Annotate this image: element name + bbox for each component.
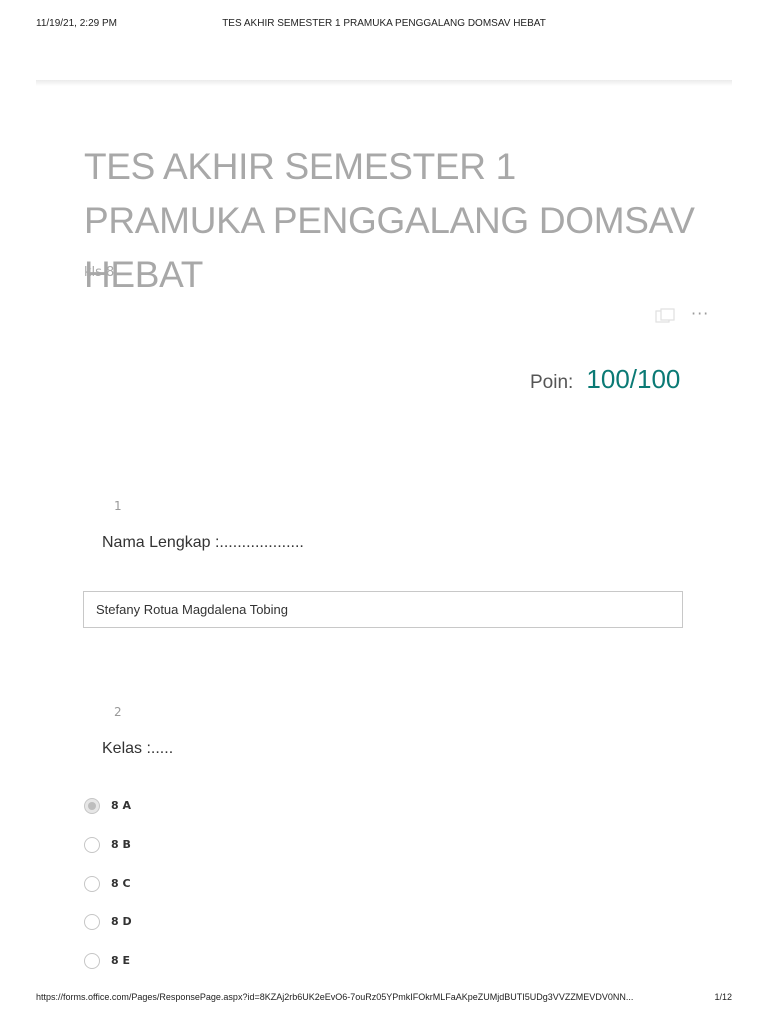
option-label: 8 C: [111, 877, 131, 890]
more-options-icon[interactable]: ···: [691, 304, 709, 323]
radio-button[interactable]: [84, 953, 100, 969]
option-label: 8 A: [111, 799, 131, 812]
page-number: 1/12: [714, 992, 732, 1002]
question-number: 2: [114, 705, 122, 719]
print-header: 11/19/21, 2:29 PM TES AKHIR SEMESTER 1 P…: [36, 18, 732, 32]
score-display: Poin: 100/100: [530, 364, 680, 400]
radio-button[interactable]: [84, 837, 100, 853]
form-subtitle: kls 8: [84, 265, 115, 280]
print-footer: https://forms.office.com/Pages/ResponseP…: [36, 992, 732, 1006]
text-answer-field[interactable]: Stefany Rotua Magdalena Tobing: [83, 591, 683, 628]
form-title: TES AKHIR SEMESTER 1 PRAMUKA PENGGALANG …: [84, 146, 695, 295]
question-text: Nama Lengkap :...................: [102, 534, 304, 551]
score-value: 100/100: [586, 364, 681, 394]
radio-button[interactable]: [84, 876, 100, 892]
score-label: Poin:: [530, 372, 574, 393]
print-doc-title: TES AKHIR SEMESTER 1 PRAMUKA PENGGALANG …: [222, 18, 546, 29]
form-top-divider: [36, 80, 732, 86]
option-label: 8 D: [111, 915, 132, 928]
radio-button[interactable]: [84, 914, 100, 930]
question-text: Kelas :.....: [102, 740, 174, 757]
radio-button[interactable]: [84, 798, 100, 814]
copy-icon[interactable]: [655, 308, 677, 324]
option-label: 8 E: [111, 954, 130, 967]
page-url: https://forms.office.com/Pages/ResponseP…: [36, 992, 634, 1002]
option-label: 8 B: [111, 838, 131, 851]
question-number: 1: [114, 499, 122, 513]
form-toolbar: ···: [655, 302, 715, 328]
